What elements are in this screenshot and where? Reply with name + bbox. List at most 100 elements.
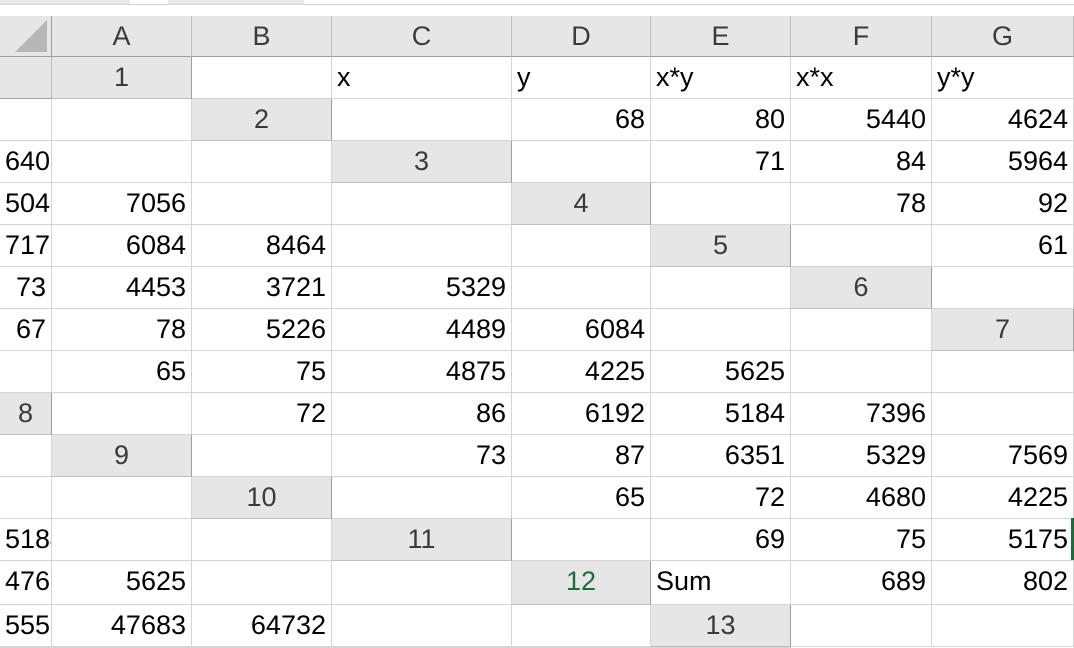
cell-e1[interactable]: x*x: [791, 57, 932, 99]
cell-e8[interactable]: 5184: [651, 393, 791, 435]
cell-e7[interactable]: 4225: [512, 351, 651, 393]
column-header-c[interactable]: C: [332, 16, 512, 57]
cell-c11[interactable]: 75: [791, 519, 932, 561]
cell-h8[interactable]: [0, 435, 52, 477]
cell-c12[interactable]: 802: [932, 561, 1074, 605]
cell-b9[interactable]: 73: [332, 435, 512, 477]
cell-d8[interactable]: 6192: [512, 393, 651, 435]
row-header-3[interactable]: 3: [332, 141, 512, 183]
cell-b5[interactable]: 61: [932, 225, 1074, 267]
column-header-e[interactable]: E: [651, 16, 791, 57]
row-header-1[interactable]: 1: [52, 57, 192, 99]
cell-a8[interactable]: [52, 393, 192, 435]
cell-b11[interactable]: 69: [651, 519, 791, 561]
cell-h7[interactable]: [932, 351, 1074, 393]
cell-f10[interactable]: 5184: [0, 519, 52, 561]
cell-d6[interactable]: 5226: [192, 309, 332, 351]
cell-h2[interactable]: [192, 141, 332, 183]
cell-b12[interactable]: 689: [791, 561, 932, 605]
cell-g11[interactable]: [192, 561, 332, 605]
cell-f5[interactable]: 5329: [332, 267, 512, 309]
cell-f9[interactable]: 7569: [932, 435, 1074, 477]
cell-a13[interactable]: [791, 605, 932, 647]
row-header-6[interactable]: 6: [791, 267, 932, 309]
cell-a9[interactable]: [192, 435, 332, 477]
cell-e5[interactable]: 3721: [192, 267, 332, 309]
cell-f12[interactable]: 64732: [192, 605, 332, 647]
cell-c8[interactable]: 86: [332, 393, 512, 435]
cell-c5[interactable]: 73: [0, 267, 52, 309]
cell-e6[interactable]: 4489: [332, 309, 512, 351]
column-header-g[interactable]: G: [932, 16, 1074, 57]
cell-h10[interactable]: [192, 519, 332, 561]
cell-g4[interactable]: [332, 225, 512, 267]
spreadsheet-grid[interactable]: ABCDEFG1xyx*yx*xy*y268805440462464003718…: [0, 16, 1074, 648]
cell-h6[interactable]: [791, 309, 932, 351]
cell-f8[interactable]: 7396: [791, 393, 932, 435]
cell-a7[interactable]: [0, 351, 52, 393]
cell-f11[interactable]: 5625: [52, 561, 192, 605]
cell-f7[interactable]: 5625: [651, 351, 791, 393]
cell-f2[interactable]: 6400: [0, 141, 52, 183]
row-header-13[interactable]: 13: [651, 605, 791, 647]
select-all-corner[interactable]: [0, 16, 52, 57]
cell-e12[interactable]: 47683: [52, 605, 192, 647]
cell-e11[interactable]: 4761: [0, 561, 52, 605]
row-header-2[interactable]: 2: [192, 99, 332, 141]
cell-c6[interactable]: 78: [52, 309, 192, 351]
cell-e3[interactable]: 5041: [0, 183, 52, 225]
row-header-7[interactable]: 7: [932, 309, 1074, 351]
row-header-5[interactable]: 5: [651, 225, 791, 267]
cell-a5[interactable]: [791, 225, 932, 267]
cell-b1[interactable]: x: [332, 57, 512, 99]
row-header-11[interactable]: 11: [332, 519, 512, 561]
cell-h9[interactable]: [52, 477, 192, 519]
column-header-d[interactable]: D: [512, 16, 651, 57]
column-header-a[interactable]: A: [52, 16, 192, 57]
cell-a2[interactable]: [332, 99, 512, 141]
cell-d5[interactable]: 4453: [52, 267, 192, 309]
row-header-8[interactable]: 8: [0, 393, 52, 435]
cell-f6[interactable]: 6084: [512, 309, 651, 351]
column-header-b[interactable]: B: [192, 16, 332, 57]
cell-h5[interactable]: [651, 267, 791, 309]
cell-a1[interactable]: [192, 57, 332, 99]
cell-c9[interactable]: 87: [512, 435, 651, 477]
cell-e10[interactable]: 4225: [932, 477, 1074, 519]
cell-a3[interactable]: [512, 141, 651, 183]
cell-d3[interactable]: 5964: [932, 141, 1074, 183]
cell-b8[interactable]: 72: [192, 393, 332, 435]
cell-e2[interactable]: 4624: [932, 99, 1074, 141]
cell-f1[interactable]: y*y: [932, 57, 1074, 99]
cell-f4[interactable]: 8464: [192, 225, 332, 267]
cell-h1[interactable]: [52, 99, 192, 141]
cell-g3[interactable]: [192, 183, 332, 225]
cell-g10[interactable]: [52, 519, 192, 561]
cell-d4[interactable]: 7176: [0, 225, 52, 267]
cell-a4[interactable]: [651, 183, 791, 225]
cell-d10[interactable]: 4680: [791, 477, 932, 519]
cell-a12[interactable]: Sum: [651, 561, 791, 605]
row-header-9[interactable]: 9: [52, 435, 192, 477]
cell-c10[interactable]: 72: [651, 477, 791, 519]
cell-c4[interactable]: 92: [932, 183, 1074, 225]
cell-e4[interactable]: 6084: [52, 225, 192, 267]
cell-g8[interactable]: [932, 393, 1074, 435]
cell-b10[interactable]: 65: [512, 477, 651, 519]
cell-b2[interactable]: 68: [512, 99, 651, 141]
cell-c7[interactable]: 75: [192, 351, 332, 393]
cell-d11[interactable]: 5175: [932, 519, 1074, 561]
cell-b6[interactable]: 67: [0, 309, 52, 351]
cell-g9[interactable]: [0, 477, 52, 519]
cell-d1[interactable]: x*y: [651, 57, 791, 99]
cell-g6[interactable]: [651, 309, 791, 351]
row-header-12[interactable]: 12: [512, 561, 651, 605]
cell-h12[interactable]: [512, 605, 651, 647]
cell-b3[interactable]: 71: [651, 141, 791, 183]
cell-h11[interactable]: [332, 561, 512, 605]
cell-e9[interactable]: 5329: [791, 435, 932, 477]
cell-d2[interactable]: 5440: [791, 99, 932, 141]
cell-b7[interactable]: 65: [52, 351, 192, 393]
cell-g7[interactable]: [791, 351, 932, 393]
cell-f3[interactable]: 7056: [52, 183, 192, 225]
